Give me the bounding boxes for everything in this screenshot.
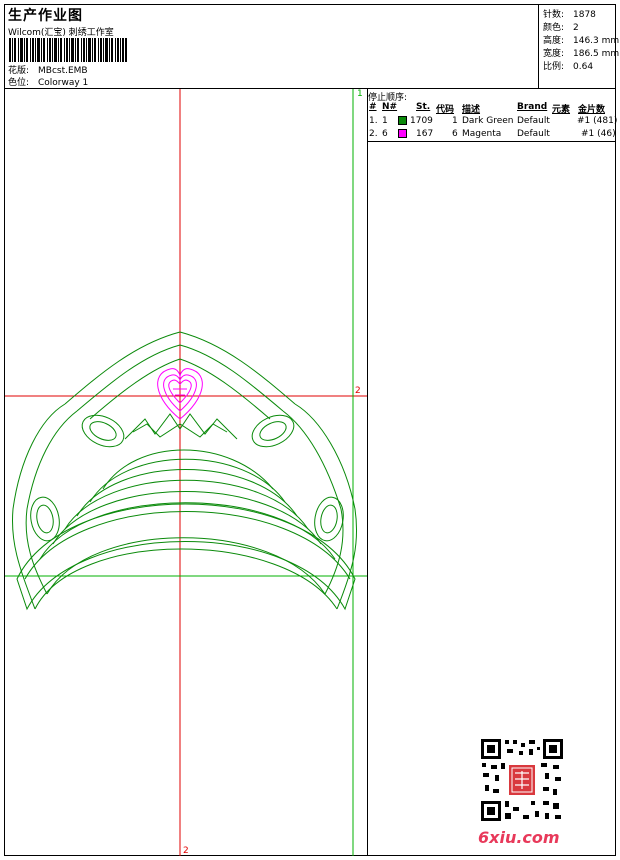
- marker-top: 1: [357, 89, 363, 99]
- colorway-value: Colorway 1: [38, 78, 89, 88]
- barcode: [9, 38, 127, 62]
- stat-height: 高度: 146.3 mm: [543, 36, 620, 46]
- stop-sequence-table: 停止顺序: # N# St. 代码 描述 Brand 元素 金片数 1. 1 1…: [368, 89, 617, 141]
- colorway-row: 色位: Colorway 1: [8, 75, 88, 88]
- watermark-logo: 6xiu.com: [478, 828, 560, 847]
- col-element: 元素: [552, 105, 571, 115]
- col-sequins: 金片数: [578, 105, 606, 115]
- page-title: 生产作业图: [8, 8, 83, 24]
- table-divider: [368, 141, 615, 142]
- col-index: #: [369, 102, 377, 112]
- design-canvas[interactable]: 1 2 2: [5, 89, 368, 856]
- color-swatch-magenta: [398, 129, 407, 138]
- tiara-green-stitches: [11, 331, 358, 611]
- header-info: 生产作业图 Wilcom(汇宝) 刺绣工作室 花版: MBcst.EMB 色位: C…: [5, 5, 538, 88]
- col-code: 代码: [436, 105, 455, 115]
- col-n: N#: [382, 102, 398, 112]
- col-desc: 描述: [462, 105, 481, 115]
- stat-colors: 颜色: 2: [543, 23, 579, 33]
- col-st: St.: [416, 102, 431, 112]
- color-swatch-dark-green: [398, 116, 407, 125]
- design-preview: [5, 89, 367, 856]
- marker-bottom: 2: [183, 846, 189, 856]
- col-brand: Brand: [517, 102, 548, 112]
- qr-code: [479, 737, 565, 823]
- stats-panel: 针数: 1878 颜色: 2 高度: 146.3 mm 宽度: 186.5 mm 比例:…: [538, 5, 620, 88]
- page-subtitle: Wilcom(汇宝) 刺绣工作室: [8, 28, 114, 38]
- colorway-label: 色位:: [8, 78, 30, 88]
- stat-width: 宽度: 186.5 mm: [543, 49, 620, 59]
- stat-scale: 比例: 0.64: [543, 62, 594, 72]
- marker-right: 2: [355, 386, 361, 396]
- stat-stitches: 针数: 1878: [543, 10, 596, 20]
